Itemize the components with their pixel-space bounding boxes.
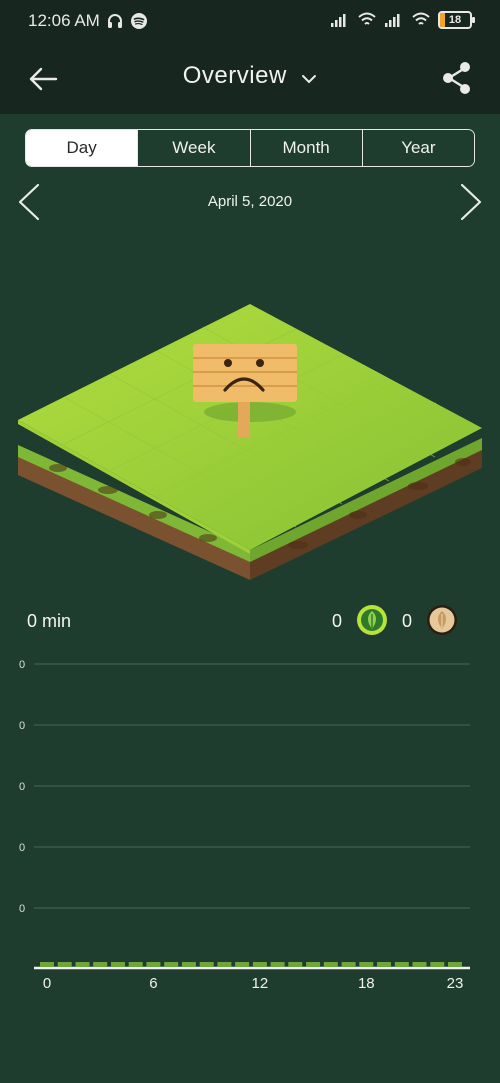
status-left-icons bbox=[106, 12, 148, 30]
chart-bar bbox=[111, 962, 125, 967]
dead-tree-count: 0 bbox=[402, 611, 413, 631]
chart-bar bbox=[75, 962, 90, 967]
chart-bar bbox=[199, 962, 214, 967]
chart-bar bbox=[448, 962, 462, 967]
x-tick-label: 18 bbox=[358, 975, 375, 992]
chart-bar bbox=[341, 962, 356, 967]
chart-bar bbox=[377, 962, 391, 967]
x-tick-label: 6 bbox=[149, 975, 157, 992]
chart-bar bbox=[164, 962, 179, 967]
chart-bar bbox=[252, 962, 267, 967]
chart-bar bbox=[323, 962, 338, 967]
battery-level: 18 bbox=[448, 14, 462, 26]
chart-bar bbox=[288, 962, 303, 967]
healthy-tree-count: 0 bbox=[332, 611, 343, 631]
wifi-icon bbox=[412, 12, 430, 25]
dead-tree-icon bbox=[427, 605, 457, 635]
chart-bar bbox=[359, 962, 374, 967]
tab-year[interactable]: Year bbox=[361, 130, 474, 166]
chart-bar bbox=[40, 962, 54, 967]
tab-week[interactable]: Week bbox=[137, 130, 250, 166]
chart-bar bbox=[93, 962, 108, 967]
y-tick-label: 0 bbox=[19, 659, 25, 671]
x-tick-label: 12 bbox=[252, 975, 269, 992]
y-tick-label: 0 bbox=[19, 720, 25, 732]
focus-bar-chart: 0 0 0 0 0 0 6 12 18 23 bbox=[19, 659, 470, 992]
chart-bar bbox=[412, 962, 427, 967]
chart-bar bbox=[430, 962, 445, 967]
status-time: 12:06 AM bbox=[28, 11, 100, 30]
chart-bar bbox=[146, 962, 161, 967]
forest-island-illustration bbox=[18, 304, 482, 580]
focus-time: 0 min bbox=[27, 611, 72, 631]
next-date-icon[interactable] bbox=[458, 182, 484, 222]
chart-bar bbox=[217, 962, 232, 967]
share-icon[interactable] bbox=[440, 60, 474, 96]
battery-icon: 18 bbox=[438, 11, 475, 29]
app-bar: Overview bbox=[0, 42, 500, 114]
headphones-icon bbox=[108, 14, 122, 28]
signal-icon bbox=[331, 14, 346, 27]
chart-bar bbox=[181, 962, 196, 967]
wifi-icon bbox=[358, 12, 376, 25]
date-label: April 5, 2020 bbox=[207, 193, 293, 210]
chart-bar bbox=[306, 962, 321, 967]
spotify-icon bbox=[131, 13, 147, 29]
chart-bar bbox=[394, 962, 409, 967]
status-right-icons: 18 bbox=[330, 11, 475, 29]
y-tick-label: 0 bbox=[19, 903, 25, 915]
signal-icon bbox=[385, 14, 400, 27]
chart-bar bbox=[57, 962, 72, 967]
chart-bar bbox=[235, 962, 250, 967]
y-tick-label: 0 bbox=[19, 842, 25, 854]
x-tick-label: 0 bbox=[43, 975, 51, 992]
tab-day[interactable]: Day bbox=[26, 130, 138, 166]
title-dropdown[interactable]: Overview bbox=[0, 62, 500, 90]
tab-month[interactable]: Month bbox=[249, 130, 362, 166]
status-bar: 12:06 AM 18 bbox=[0, 0, 500, 42]
period-tabs: Day Week Month Year bbox=[25, 129, 475, 167]
healthy-tree-icon bbox=[357, 605, 387, 635]
chevron-down-icon bbox=[302, 74, 317, 84]
page-title: Overview bbox=[182, 62, 287, 89]
y-tick-label: 0 bbox=[19, 781, 25, 793]
x-tick-label: 23 bbox=[447, 975, 464, 992]
chart-bar bbox=[128, 962, 143, 967]
chart-bar bbox=[270, 962, 285, 967]
